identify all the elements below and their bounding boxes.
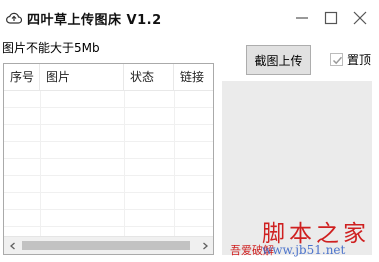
close-icon <box>353 11 367 25</box>
cloud-upload-icon <box>6 10 23 26</box>
grid-line <box>4 124 213 125</box>
chevron-left-icon <box>9 242 15 249</box>
minimize-button[interactable] <box>292 8 312 28</box>
title-bar[interactable]: 四叶草上传图床 V1.2 <box>0 0 379 36</box>
table-header: 序号 图片 状态 链接 <box>4 64 213 91</box>
grid-line <box>4 192 213 193</box>
grid-line <box>40 91 41 236</box>
column-header-image[interactable]: 图片 <box>40 64 124 90</box>
maximize-button[interactable] <box>321 8 341 28</box>
maximize-icon <box>324 11 338 25</box>
app-window: 四叶草上传图床 V1.2 图片不能大于5Mb 序号 图片 状态 链接 截图上传 … <box>0 0 379 262</box>
grid-line <box>4 107 213 108</box>
grid-line <box>4 226 213 227</box>
checkbox[interactable] <box>330 52 343 66</box>
upload-list-table[interactable]: 序号 图片 状态 链接 <box>3 63 214 255</box>
column-header-status[interactable]: 状态 <box>124 64 174 90</box>
minimize-icon <box>296 17 308 19</box>
grid-line <box>4 158 213 159</box>
pin-on-top-checkbox[interactable]: 置顶 <box>330 51 371 67</box>
window-title: 四叶草上传图床 V1.2 <box>27 13 162 28</box>
size-limit-notice: 图片不能大于5Mb <box>2 41 100 55</box>
watermark-url: www.jb51.net <box>262 243 346 257</box>
pin-on-top-label: 置顶 <box>347 52 372 67</box>
grid-line <box>174 91 175 236</box>
scroll-left-button[interactable] <box>4 237 21 254</box>
column-header-link[interactable]: 链接 <box>174 64 213 90</box>
column-header-index[interactable]: 序号 <box>4 64 40 90</box>
scroll-right-button[interactable] <box>196 237 213 254</box>
screenshot-upload-button[interactable]: 截图上传 <box>246 45 311 75</box>
grid-line <box>4 175 213 176</box>
table-body <box>4 91 213 236</box>
grid-line <box>4 209 213 210</box>
checkmark-icon <box>332 56 343 64</box>
scrollbar-thumb[interactable] <box>22 241 190 250</box>
horizontal-scrollbar[interactable] <box>4 236 213 254</box>
chevron-right-icon <box>202 242 208 249</box>
grid-line <box>124 91 125 236</box>
grid-line <box>4 141 213 142</box>
close-button[interactable] <box>350 8 370 28</box>
